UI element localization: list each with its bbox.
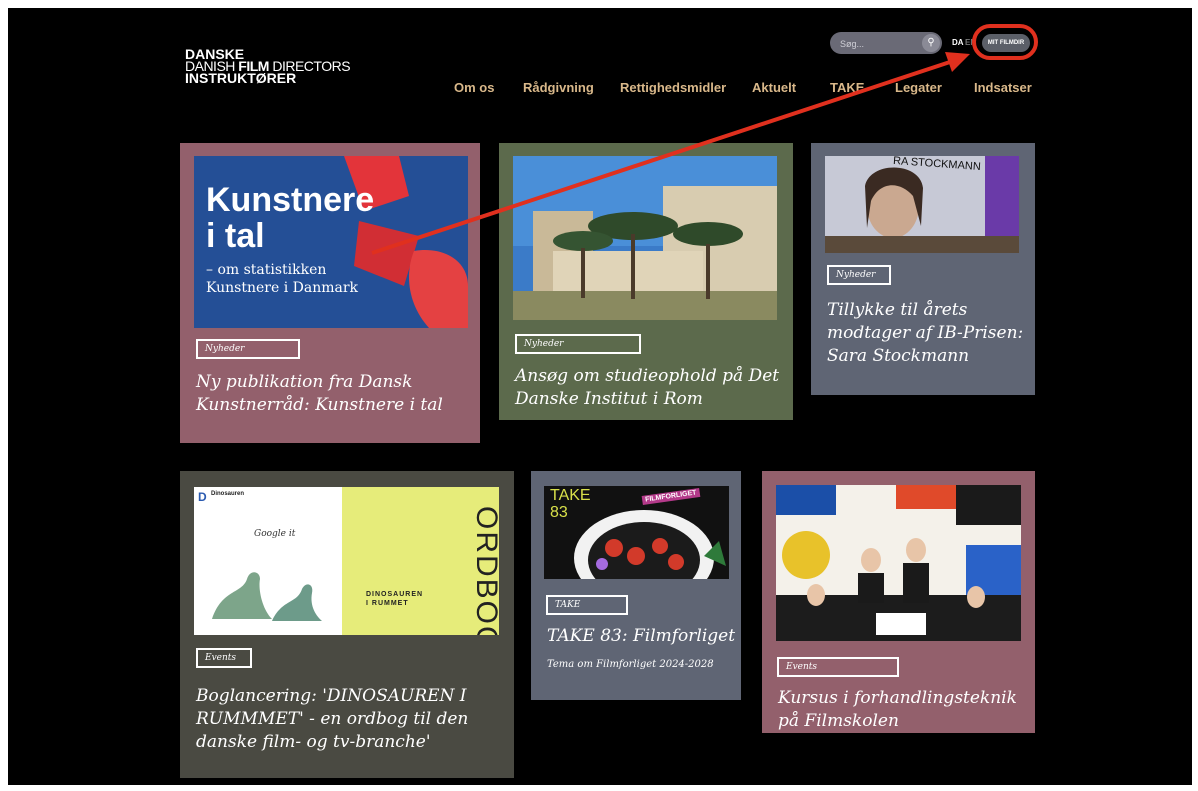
body — [903, 563, 929, 603]
card-title[interactable]: Ansøg om studieophold på Det Danske Inst… — [515, 365, 785, 411]
nav-item-indsatser[interactable]: Indsatser — [974, 80, 1032, 95]
laptop — [876, 613, 926, 635]
take-card-83[interactable]: TAKE 83 FILMFORLIGET TAKE TAKE 83: Filmf… — [531, 471, 741, 700]
search-box: ⚲ — [830, 32, 942, 54]
body — [858, 573, 884, 603]
lang-da-link[interactable]: DA — [952, 38, 964, 47]
news-card-kunstnere[interactable]: Kunstnere i tal – om statistikken Kunstn… — [180, 143, 480, 443]
head — [807, 584, 825, 606]
nav-item-aktuelt[interactable]: Aktuelt — [752, 80, 796, 95]
card-tag[interactable]: TAKE — [546, 595, 628, 615]
card-image-art — [513, 156, 777, 320]
cover-title-1: DINOSAUREN — [366, 591, 424, 598]
card-title[interactable]: TAKE 83: Filmforliget — [547, 625, 737, 648]
nav-item-raadgivning[interactable]: Rådgivning — [523, 80, 594, 95]
card-title[interactable]: Kursus i forhandlingsteknik på Filmskole… — [778, 687, 1028, 733]
site-logo[interactable]: DANSKE DANISH FILM DIRECTORS INSTRUKTØRE… — [185, 47, 351, 85]
purple-dot — [596, 558, 608, 570]
nav-item-legater[interactable]: Legater — [895, 80, 942, 95]
tree-trunk — [581, 248, 585, 298]
cover-title-2: I RUMMET — [366, 600, 409, 607]
head — [906, 538, 926, 562]
red-shape — [409, 250, 468, 328]
card-tag[interactable]: Nyheder — [515, 334, 641, 354]
card-subtitle: Tema om Filmforliget 2024-2028 — [547, 659, 714, 670]
tomato — [668, 554, 684, 570]
image-headline-1: Kunstnere — [206, 181, 375, 219]
search-icon: ⚲ — [927, 37, 935, 48]
image-letter: D — [198, 490, 207, 504]
tomato — [605, 539, 623, 557]
image-take: TAKE — [550, 487, 591, 504]
dinosaur — [272, 584, 322, 621]
card-image: D Dinosauren Google it DINOSAUREN I RUMM… — [194, 487, 499, 635]
dino-sketch — [212, 572, 322, 621]
news-card-ib-prisen[interactable]: RA STOCKMANN Nyheder Tillykke til årets … — [811, 143, 1035, 395]
image-bubble: Google it — [254, 529, 296, 539]
search-input[interactable] — [838, 35, 922, 53]
tomato — [627, 547, 645, 565]
card-title[interactable]: Tillykke til årets modtager af IB-Prisen… — [827, 299, 1027, 368]
image-word: Dinosauren — [211, 491, 245, 497]
image-sub-1: – om statistikken — [206, 262, 327, 278]
image-headline-2: i tal — [206, 217, 265, 255]
card-title[interactable]: Ny publikation fra Dansk Kunstnerråd: Ku… — [196, 371, 466, 417]
search-button[interactable]: ⚲ — [922, 34, 940, 52]
annotation-circle — [972, 24, 1038, 60]
news-card-rom[interactable]: Nyheder Ansøg om studieophold på Det Dan… — [499, 143, 793, 420]
event-card-kursus[interactable]: Events Kursus i forhandlingsteknik på Fi… — [762, 471, 1035, 733]
block — [776, 485, 836, 515]
tree-trunk — [706, 244, 710, 299]
card-image: RA STOCKMANN — [825, 156, 1019, 253]
circle — [782, 531, 830, 579]
card-image-art — [776, 485, 1021, 641]
head — [861, 548, 881, 572]
card-image — [776, 485, 1021, 641]
arrow-head — [945, 52, 970, 72]
card-image: TAKE 83 FILMFORLIGET — [544, 486, 729, 579]
nav-item-take[interactable]: TAKE — [830, 80, 864, 95]
card-tag[interactable]: Nyheder — [196, 339, 300, 359]
card-image: Kunstnere i tal – om statistikken Kunstn… — [194, 156, 468, 328]
image-num: 83 — [550, 504, 568, 521]
nav-item-om-os[interactable]: Om os — [454, 80, 494, 95]
tree-trunk — [631, 234, 635, 299]
head — [967, 586, 985, 608]
image-sub-2: Kunstnere i Danmark — [206, 280, 359, 296]
card-tag[interactable]: Nyheder — [827, 265, 891, 285]
event-card-dinosauren[interactable]: D Dinosauren Google it DINOSAUREN I RUMM… — [180, 471, 514, 778]
dinosaur — [212, 572, 272, 619]
cover-word: ORDBOG — [470, 506, 499, 635]
page: DANSKE DANISH FILM DIRECTORS INSTRUKTØRE… — [8, 8, 1192, 785]
tomato — [652, 538, 668, 554]
nav-item-rettighedsmidler[interactable]: Rettighedsmidler — [620, 80, 726, 95]
card-image — [513, 156, 777, 320]
card-image-art — [825, 156, 1019, 253]
card-tag[interactable]: Events — [777, 657, 899, 677]
card-tag[interactable]: Events — [196, 648, 252, 668]
block — [956, 485, 1021, 525]
ground — [513, 291, 777, 320]
stage — [825, 236, 1019, 253]
block — [896, 485, 956, 509]
tree-canopy — [673, 222, 743, 246]
card-title[interactable]: Boglancering: 'DINOSAUREN I RUMMMET' - e… — [196, 685, 512, 754]
